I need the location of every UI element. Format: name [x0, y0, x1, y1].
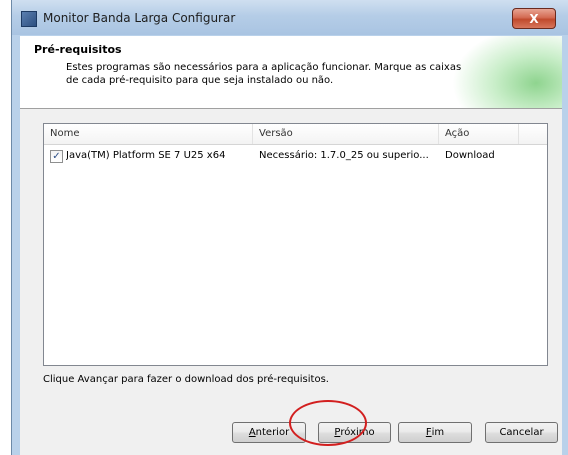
column-header-name[interactable]: Nome — [44, 124, 253, 144]
header-panel: Pré-requisitos Estes programas são neces… — [20, 36, 562, 109]
prerequisite-action: Download — [445, 150, 495, 161]
column-header-action[interactable]: Ação — [439, 124, 519, 144]
list-column-header: Nome Versão Ação — [44, 124, 547, 145]
finish-button[interactable]: Fim — [398, 422, 472, 443]
title-bar[interactable]: Monitor Banda Larga Configurar X — [12, 0, 568, 35]
window-title: Monitor Banda Larga Configurar — [43, 11, 236, 25]
close-button[interactable]: X — [512, 8, 556, 29]
prerequisite-checkbox[interactable]: ✓ — [50, 150, 63, 163]
header-decoration — [452, 36, 562, 108]
prerequisite-name: Java(TM) Platform SE 7 U25 x64 — [66, 150, 226, 161]
prerequisites-list[interactable]: Nome Versão Ação ✓ Java(TM) Platform SE … — [43, 123, 548, 366]
footer-instructions: Clique Avançar para fazer o download dos… — [43, 374, 329, 385]
prerequisite-version: Necessário: 1.7.0_25 ou superio... — [259, 150, 429, 161]
column-header-version[interactable]: Versão — [253, 124, 439, 144]
app-icon — [21, 11, 37, 27]
page-title: Pré-requisitos — [34, 43, 122, 56]
back-button-mnemonic: A — [248, 427, 256, 438]
finish-button-label: im — [431, 427, 445, 438]
installer-window: Monitor Banda Larga Configurar X Pré-req… — [11, 0, 568, 455]
back-button-label: nterior — [255, 427, 290, 438]
list-item[interactable]: ✓ Java(TM) Platform SE 7 U25 x64 Necessá… — [44, 147, 547, 165]
cancel-button[interactable]: Cancelar — [485, 422, 558, 443]
page-description: Estes programas são necessários para a a… — [66, 62, 462, 86]
dialog-client-area: Pré-requisitos Estes programas são neces… — [20, 36, 562, 455]
highlight-annotation-circle — [289, 400, 367, 446]
